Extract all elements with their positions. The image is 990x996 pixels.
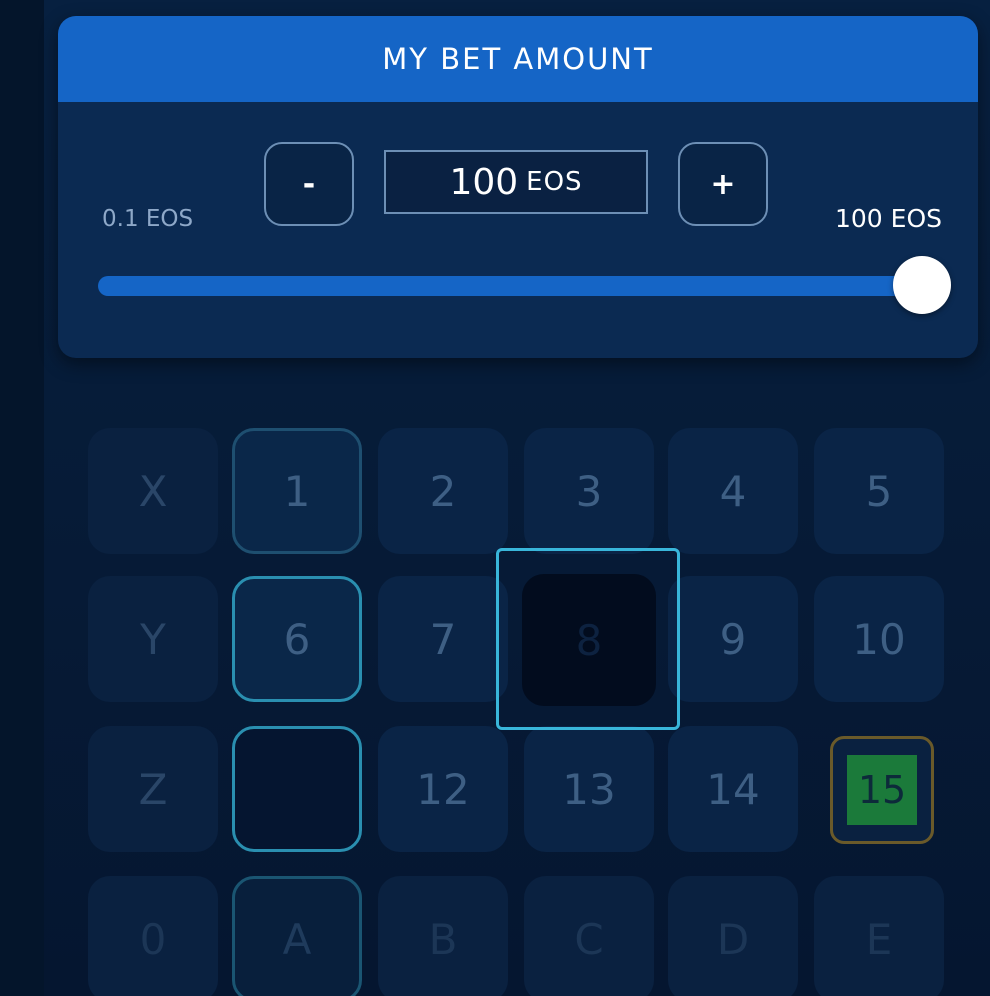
- bet-amount-panel: MY BET AMOUNT - 100 EOS + 0.1 EOS 100 EO…: [58, 16, 978, 358]
- selection-highlight: [496, 548, 680, 730]
- min-bet-label: 0.1 EOS: [102, 206, 194, 232]
- game-screen: X 1 2 3 4 5 Y 6 7 8 9 10 Z 12 13 14 15 0…: [0, 0, 990, 996]
- grid-cell-1[interactable]: 1: [232, 428, 362, 554]
- grid-cell-z[interactable]: Z: [88, 726, 218, 852]
- grid-cell-3[interactable]: 3: [524, 428, 654, 554]
- grid-cell-4[interactable]: 4: [668, 428, 798, 554]
- bet-amount-unit: EOS: [526, 167, 583, 197]
- grid-cell-10[interactable]: 10: [814, 576, 944, 702]
- grid-cell-12[interactable]: 12: [378, 726, 508, 852]
- grid-cell-d[interactable]: D: [668, 876, 798, 996]
- bet-slider-thumb[interactable]: [893, 256, 951, 314]
- grid-cell-14[interactable]: 14: [668, 726, 798, 852]
- bet-amount-title: MY BET AMOUNT: [58, 16, 978, 102]
- bet-amount-field[interactable]: 100 EOS: [384, 150, 648, 214]
- bet-controls: - 100 EOS + 0.1 EOS 100 EOS: [58, 102, 978, 358]
- grid-cell-a[interactable]: A: [232, 876, 362, 996]
- increase-bet-button[interactable]: +: [678, 142, 768, 226]
- decrease-bet-button[interactable]: -: [264, 142, 354, 226]
- grid-cell-0[interactable]: 0: [88, 876, 218, 996]
- grid-cell-y[interactable]: Y: [88, 576, 218, 702]
- grid-cell-7[interactable]: 7: [378, 576, 508, 702]
- grid-cell-e[interactable]: E: [814, 876, 944, 996]
- grid-cell-13[interactable]: 13: [524, 726, 654, 852]
- bet-slider-track[interactable]: [98, 276, 922, 296]
- grid-cell-2[interactable]: 2: [378, 428, 508, 554]
- grid-cell-c[interactable]: C: [524, 876, 654, 996]
- grid-cell-15[interactable]: 15: [830, 736, 934, 844]
- winning-number: 15: [847, 755, 917, 825]
- grid-cell-9[interactable]: 9: [668, 576, 798, 702]
- grid-cell-b[interactable]: B: [378, 876, 508, 996]
- grid-cell-x[interactable]: X: [88, 428, 218, 554]
- grid-cell-11[interactable]: [232, 726, 362, 852]
- max-bet-label: 100 EOS: [834, 204, 942, 233]
- grid-cell-5[interactable]: 5: [814, 428, 944, 554]
- grid-cell-6[interactable]: 6: [232, 576, 362, 702]
- bet-amount-value: 100: [449, 161, 519, 203]
